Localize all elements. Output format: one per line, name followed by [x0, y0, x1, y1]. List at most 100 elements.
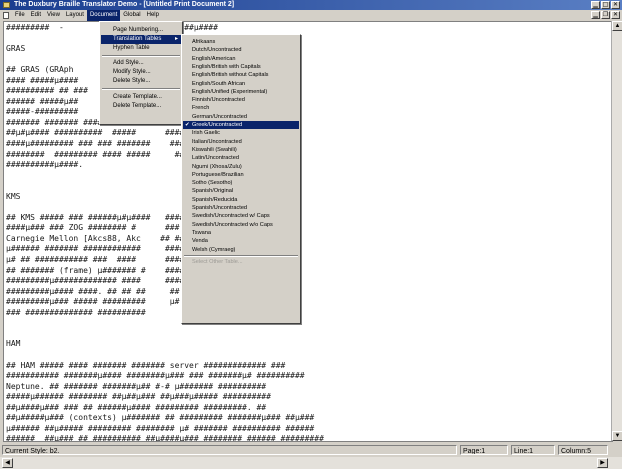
doc-restore-button[interactable]: ❐: [601, 11, 610, 19]
document-line[interactable]: Neptune. ## ####### #######µ## #-# µ####…: [6, 382, 324, 393]
menu-file[interactable]: File: [12, 10, 28, 21]
scroll-up-button[interactable]: ▲: [612, 21, 622, 31]
table-item-german-uncontracted[interactable]: German/Uncontracted: [183, 113, 299, 121]
menu-item-label: Modify Style...: [113, 69, 151, 75]
arrow-down-icon: ▼: [614, 433, 621, 439]
table-item-label: Venda: [192, 238, 208, 245]
table-item-ngumi-xhosa-zulu[interactable]: Ngumi (Xhosa/Zulu): [183, 163, 299, 171]
document-line[interactable]: [6, 350, 324, 361]
menu-help[interactable]: Help: [144, 10, 162, 21]
document-line[interactable]: µ###### ##µ##### ######### ######## µ# #…: [6, 424, 324, 435]
minimize-button[interactable]: ▁: [591, 1, 600, 9]
table-item-english-unified-experimental[interactable]: English/Unified (Experimental): [183, 88, 299, 96]
table-item-label: German/Uncontracted: [192, 113, 248, 120]
document-line[interactable]: ##µ####µ### ### ## ######µ#### #########…: [6, 403, 324, 414]
document-icon[interactable]: [3, 12, 9, 19]
scroll-left-button[interactable]: ◀: [2, 458, 13, 468]
table-item-label: Portuguese/Brazilian: [192, 171, 244, 178]
minimize-icon: ▁: [593, 1, 598, 8]
table-item-label: Sotho (Sesotho): [192, 180, 233, 187]
menu-item-page-numbering[interactable]: Page Numbering...: [101, 26, 181, 35]
table-item-english-american[interactable]: English/American: [183, 55, 299, 63]
document-line[interactable]: ## HAM ##### #### ####### ####### server…: [6, 361, 324, 372]
document-menu: Page Numbering... Translation Tables ▸ Hyph…: [99, 21, 183, 125]
table-item-welsh-cymraeg[interactable]: Welsh (Cymraeg): [183, 246, 299, 254]
menu-item-label: Add Style...: [113, 60, 144, 66]
table-item-label: English/British without Capitals: [192, 72, 269, 79]
menu-item-delete-template[interactable]: Delete Template...: [101, 102, 181, 111]
document-line[interactable]: ###### ##µ### ## ########## ##µ####µ### …: [6, 434, 324, 441]
horizontal-scrollbar[interactable]: ◀ ▶: [0, 457, 622, 469]
table-item-label: English/Unified (Experimental): [192, 88, 268, 95]
close-icon: ✕: [612, 1, 619, 8]
menu-view[interactable]: View: [44, 10, 63, 21]
close-button[interactable]: ✕: [611, 1, 620, 9]
document-window-controls: ▁ ❐ ✕: [591, 11, 620, 19]
table-item-label: English/American: [192, 55, 236, 62]
menu-layout[interactable]: Layout: [63, 10, 87, 21]
table-item-tswana[interactable]: Tswana: [183, 229, 299, 237]
menu-document[interactable]: Document: [86, 10, 121, 21]
table-item-label: Kiswahili (Swahili): [192, 146, 237, 153]
table-item-greek-uncontracted[interactable]: ✔ Greek/Uncontracted: [183, 121, 299, 130]
menu-global[interactable]: Global: [120, 10, 143, 21]
doc-minimize-button[interactable]: ▁: [591, 11, 600, 19]
menu-item-label: Hyphen Table: [113, 45, 150, 51]
menu-item-modify-style[interactable]: Modify Style...: [101, 68, 181, 77]
menu-item-label: Translation Tables: [113, 36, 162, 42]
document-line[interactable]: [6, 329, 324, 340]
menu-item-create-template[interactable]: Create Template...: [101, 93, 181, 102]
table-item-spanish-uncontracted[interactable]: Spanish/Uncontracted: [183, 204, 299, 212]
table-item-latin-uncontracted[interactable]: Latin/Uncontracted: [183, 154, 299, 162]
vertical-scrollbar[interactable]: ▲ ▼: [611, 21, 622, 441]
table-item-kiswahili-swahili[interactable]: Kiswahili (Swahili): [183, 146, 299, 154]
restore-icon: ❐: [602, 11, 609, 18]
table-item-swedish-uncontracted-w-o-caps[interactable]: Swedish/Uncontracted w/o Caps: [183, 221, 299, 229]
arrow-right-icon: ▶: [600, 460, 605, 466]
doc-close-button[interactable]: ✕: [611, 11, 620, 19]
document-line[interactable]: ##µ#####µ### (contexts) µ####### ## ####…: [6, 413, 324, 424]
status-line: Line:1: [511, 445, 555, 455]
table-item-label: English/British with Capitals: [192, 63, 261, 70]
table-item-portuguese-brazilian[interactable]: Portuguese/Brazilian: [183, 171, 299, 179]
scroll-right-button[interactable]: ▶: [597, 458, 608, 468]
table-item-label: Afrikaans: [192, 39, 216, 45]
menu-item-delete-style[interactable]: Delete Style...: [101, 77, 181, 86]
maximize-icon: □: [602, 1, 609, 8]
menu-item-hyphen-table[interactable]: Hyphen Table: [101, 44, 181, 53]
app-icon[interactable]: [3, 2, 10, 8]
table-item-dutch-uncontracted[interactable]: Dutch/Uncontracted: [183, 46, 299, 54]
document-editor[interactable]: ######### - ####### ### ####µ#### GRAS #…: [3, 21, 613, 442]
document-line[interactable]: HAM: [6, 339, 324, 350]
menu-edit[interactable]: Edit: [28, 10, 44, 21]
table-item-label: Latin/Uncontracted: [192, 155, 239, 162]
table-item-english-south-african[interactable]: English/South African: [183, 80, 299, 88]
table-item-english-british-without-capitals[interactable]: English/British without Capitals: [183, 71, 299, 79]
window-title: The Duxbury Braille Translator Demo - [U…: [14, 1, 235, 8]
table-item-label: Swedish/Uncontracted w/o Caps: [192, 221, 273, 228]
menu-bar-items: File Edit View Layout Document Global Help: [12, 10, 162, 21]
table-item-spanish-reducida[interactable]: Spanish/Reducida: [183, 196, 299, 204]
table-item-sotho-sesotho[interactable]: Sotho (Sesotho): [183, 179, 299, 187]
scroll-down-button[interactable]: ▼: [612, 431, 622, 441]
table-item-swedish-uncontracted-w-caps[interactable]: Swedish/Uncontracted w/ Caps: [183, 212, 299, 220]
document-line[interactable]: ########### #######µ#### ########µ### ##…: [6, 371, 324, 382]
menu-item-add-style[interactable]: Add Style...: [101, 59, 181, 68]
table-item-label: Irish Gaelic: [192, 130, 220, 137]
table-item-afrikaans[interactable]: Afrikaans: [183, 38, 299, 46]
table-item-english-british-with-capitals[interactable]: English/British with Capitals: [183, 63, 299, 71]
table-item-label: Tswana: [192, 229, 211, 236]
document-line[interactable]: #####µ###### ######## ##µ##µ### ##µ###µ#…: [6, 392, 324, 403]
table-item-label: Ngumi (Xhosa/Zulu): [192, 163, 242, 170]
table-item-spanish-original[interactable]: Spanish/Original: [183, 187, 299, 195]
table-item-finnish-uncontracted[interactable]: Finnish/Uncontracted: [183, 96, 299, 104]
menu-item-translation-tables[interactable]: Translation Tables ▸: [101, 35, 181, 44]
table-item-irish-gaelic[interactable]: Irish Gaelic: [183, 129, 299, 137]
table-item-label: Swedish/Uncontracted w/ Caps: [192, 213, 270, 220]
menu-separator: [102, 55, 180, 57]
table-item-french[interactable]: French: [183, 104, 299, 112]
arrow-up-icon: ▲: [614, 23, 621, 29]
table-item-venda[interactable]: Venda: [183, 237, 299, 245]
table-item-italian-uncontracted[interactable]: Italian/Uncontracted: [183, 138, 299, 146]
maximize-button[interactable]: □: [601, 1, 610, 9]
